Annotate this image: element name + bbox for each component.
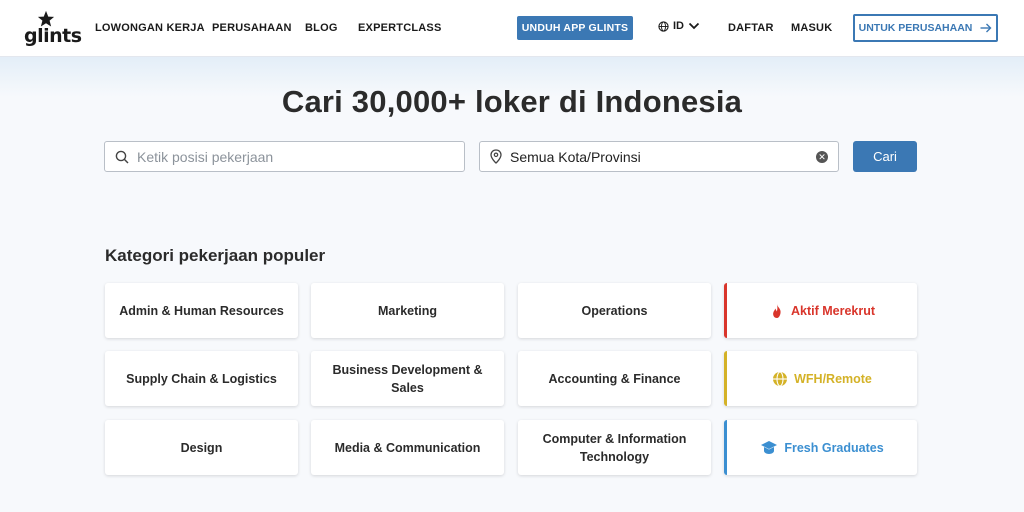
fresh-graduates-label: Fresh Graduates	[784, 440, 884, 455]
login-link[interactable]: MASUK	[791, 22, 832, 34]
position-search-input[interactable]	[137, 148, 434, 165]
nav-link-companies[interactable]: PERUSAHAAN	[212, 22, 292, 34]
actively-hiring-label: Aktif Merekrut	[790, 303, 876, 318]
glints-logo[interactable]: glints	[24, 10, 82, 48]
category-card-actively-hiring[interactable]: Aktif Merekrut	[724, 283, 917, 338]
category-card-media[interactable]: Media & Communication	[311, 420, 504, 475]
location-search-input[interactable]	[510, 148, 806, 165]
category-card-business-dev[interactable]: Business Development & Sales	[311, 351, 504, 406]
clear-location-icon[interactable]: ✕	[816, 151, 828, 163]
for-company-button[interactable]: UNTUK PERUSAHAAN	[853, 14, 998, 42]
wfh-remote-label: WFH/Remote	[794, 371, 872, 386]
category-card-accounting[interactable]: Accounting & Finance	[518, 351, 711, 406]
category-card-supply-chain[interactable]: Supply Chain & Logistics	[105, 351, 298, 406]
globe-icon	[773, 370, 788, 387]
for-company-label: UNTUK PERUSAHAAN	[858, 22, 973, 34]
search-button[interactable]: Cari	[853, 141, 917, 172]
location-search-field[interactable]: ✕	[479, 141, 839, 172]
language-selector[interactable]: ID	[658, 20, 700, 32]
download-app-button[interactable]: UNDUH APP GLINTS	[517, 16, 633, 40]
category-card-operations[interactable]: Operations	[518, 283, 711, 338]
category-card-fresh-graduates[interactable]: Fresh Graduates	[724, 420, 917, 475]
nav-link-expertclass[interactable]: EXPERTCLASS	[358, 22, 442, 34]
register-link[interactable]: DAFTAR	[728, 22, 774, 34]
language-code: ID	[673, 20, 684, 32]
category-card-computer-it[interactable]: Computer & Information Technology	[518, 420, 711, 475]
logo-text: glints	[24, 25, 82, 47]
globe-icon	[658, 20, 669, 32]
top-navbar: glints LOWONGAN KERJA PERUSAHAAN BLOG EX…	[0, 0, 1024, 57]
nav-link-blog[interactable]: BLOG	[305, 22, 338, 34]
category-card-wfh-remote[interactable]: WFH/Remote	[724, 351, 917, 406]
category-card-admin-hr[interactable]: Admin & Human Resources	[105, 283, 298, 338]
graduation-cap-icon	[761, 440, 778, 454]
chevron-down-icon	[688, 22, 700, 30]
page-headline: Cari 30,000+ loker di Indonesia	[281, 84, 743, 119]
categories-title: Kategori pekerjaan populer	[105, 246, 326, 265]
position-search-field[interactable]	[104, 141, 465, 172]
location-pin-icon	[490, 149, 502, 164]
nav-link-jobs[interactable]: LOWONGAN KERJA	[95, 22, 205, 34]
category-card-design[interactable]: Design	[105, 420, 298, 475]
arrow-right-icon	[980, 23, 992, 33]
search-icon	[115, 150, 129, 164]
category-card-marketing[interactable]: Marketing	[311, 283, 504, 338]
fire-icon	[773, 303, 781, 318]
